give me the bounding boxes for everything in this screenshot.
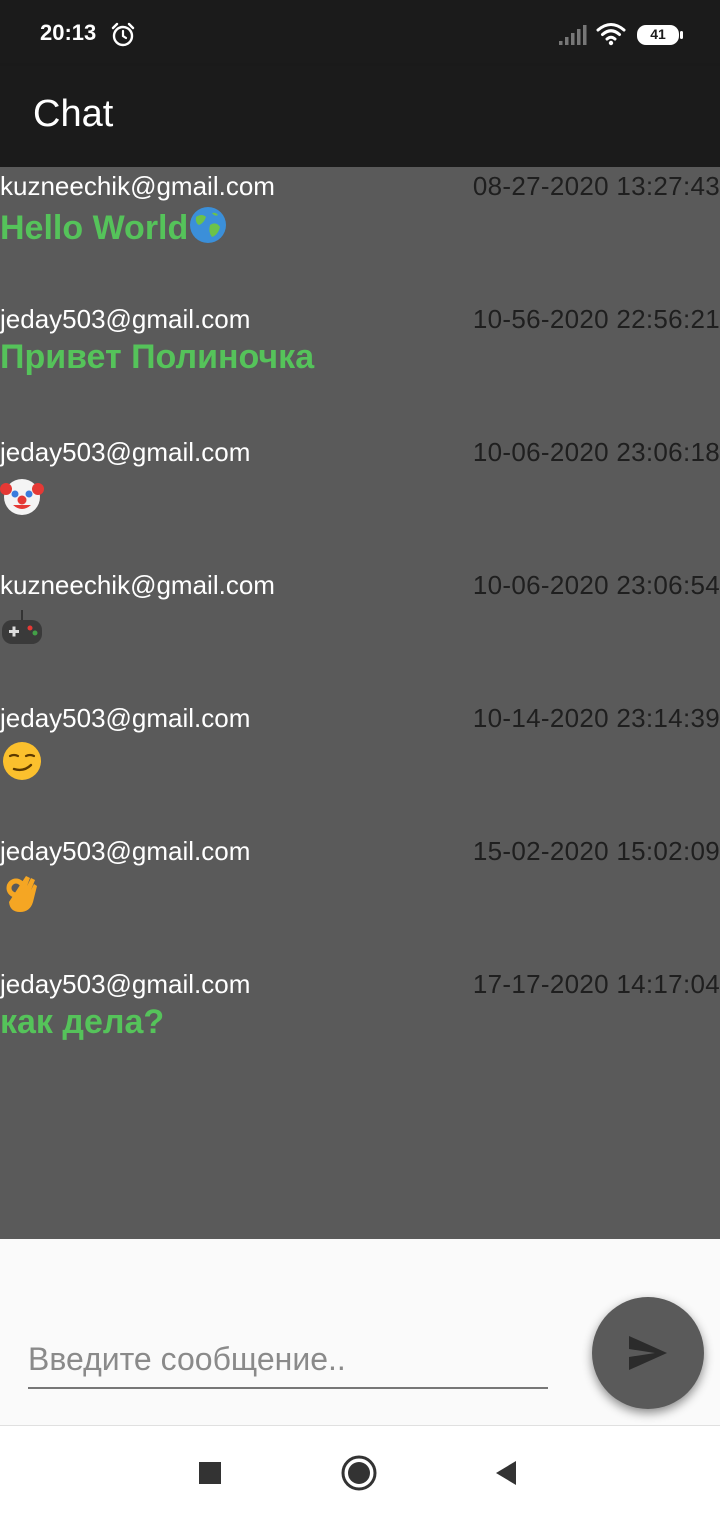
message-item: jeday503@gmail.com 17-17-2020 14:17:04 к… — [0, 965, 720, 1095]
recents-icon[interactable] — [199, 1462, 221, 1484]
status-time: 20:13 — [40, 20, 97, 45]
message-text: как дела? — [0, 1003, 165, 1041]
message-sender: jeday503@gmail.com — [0, 703, 251, 733]
message-sender: kuzneechik@gmail.com — [0, 171, 275, 201]
smirk-face-icon — [3, 742, 41, 780]
message-time: 10-06-2020 23:06:18 — [472, 437, 720, 467]
app-bar: Chat — [0, 66, 720, 167]
chat-screen: 20:13 41 Chat kuzneechik@gmail.com 08-27… — [0, 0, 720, 1520]
wifi-icon — [596, 23, 626, 46]
send-icon — [629, 1336, 667, 1370]
message-sender: jeday503@gmail.com — [0, 437, 251, 467]
page-title: Chat — [33, 93, 114, 135]
message-text: Привет Полиночка — [0, 338, 315, 376]
message-item: jeday503@gmail.com 15-02-2020 15:02:09 — [0, 832, 720, 962]
game-controller-icon — [2, 610, 42, 644]
ok-hand-icon — [6, 876, 37, 912]
message-time: 08-27-2020 13:27:43 — [472, 171, 720, 201]
message-item: jeday503@gmail.com 10-56-2020 22:56:21 П… — [0, 300, 720, 430]
compose-area — [0, 1239, 720, 1425]
message-time: 15-02-2020 15:02:09 — [472, 836, 720, 866]
message-input[interactable] — [28, 1331, 548, 1389]
message-list[interactable]: kuzneechik@gmail.com 08-27-2020 13:27:43… — [0, 167, 720, 1239]
back-icon[interactable] — [494, 1460, 518, 1486]
message-item: jeday503@gmail.com 10-14-2020 23:14:39 — [0, 699, 720, 829]
globe-icon — [190, 207, 227, 243]
alarm-icon — [111, 22, 135, 47]
message-sender: jeday503@gmail.com — [0, 969, 251, 999]
message-time: 10-06-2020 23:06:54 — [472, 570, 720, 600]
message-item: jeday503@gmail.com 10-06-2020 23:06:18 — [0, 433, 720, 563]
message-time: 17-17-2020 14:17:04 — [472, 969, 720, 999]
home-icon[interactable] — [340, 1454, 378, 1492]
message-item: kuzneechik@gmail.com 10-06-2020 23:06:54 — [0, 566, 720, 696]
message-time: 10-14-2020 23:14:39 — [472, 703, 720, 733]
status-bar: 20:13 41 — [0, 0, 720, 66]
signal-icon — [559, 25, 587, 45]
system-nav-bar — [0, 1425, 720, 1520]
message-sender: jeday503@gmail.com — [0, 836, 251, 866]
message-item: kuzneechik@gmail.com 08-27-2020 13:27:43… — [0, 167, 720, 297]
message-time: 10-56-2020 22:56:21 — [472, 304, 720, 334]
message-text: Hello World — [0, 205, 228, 248]
clown-face-icon — [0, 479, 44, 515]
message-sender: jeday503@gmail.com — [0, 304, 251, 334]
send-button[interactable] — [592, 1297, 704, 1409]
message-sender: kuzneechik@gmail.com — [0, 570, 275, 600]
battery-level: 41 — [650, 26, 666, 42]
